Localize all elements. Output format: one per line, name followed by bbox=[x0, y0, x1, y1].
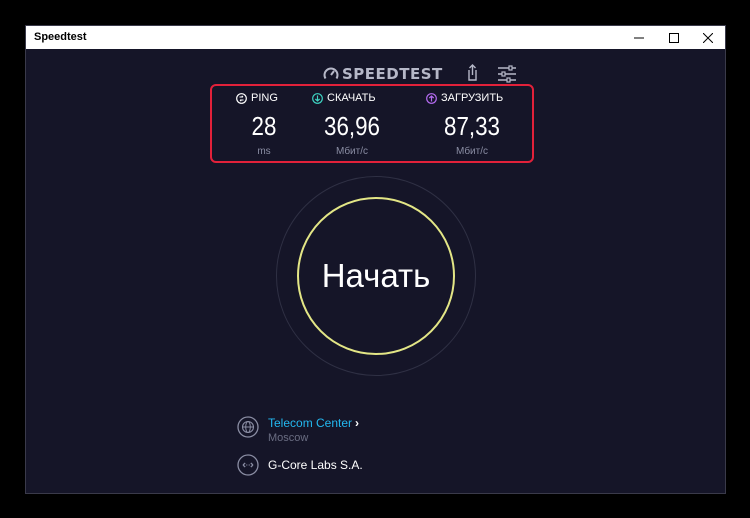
ping-label-row: PING bbox=[236, 92, 278, 104]
download-unit: Мбит/с bbox=[335, 146, 368, 157]
isp-info: G-Core Labs S.A. bbox=[237, 454, 363, 476]
upload-metric: ЗАГРУЗИТЬ 87,33 Мбит/с bbox=[426, 86, 518, 161]
speedometer-icon bbox=[323, 67, 339, 80]
upload-unit: Мбит/с bbox=[455, 146, 488, 157]
share-button[interactable] bbox=[463, 64, 481, 82]
speedtest-logo: SPEEDTEST bbox=[323, 64, 443, 84]
minimize-icon bbox=[634, 37, 644, 38]
start-test-button[interactable]: Начать bbox=[297, 197, 455, 355]
close-button[interactable] bbox=[691, 26, 725, 49]
share-icon bbox=[468, 64, 477, 81]
window-title: Speedtest bbox=[34, 31, 87, 43]
chevron-right-icon: › bbox=[355, 416, 360, 430]
settings-button[interactable] bbox=[497, 65, 517, 83]
server-name: Telecom Center bbox=[268, 416, 353, 430]
server-name-link[interactable]: Telecom Center › bbox=[268, 416, 359, 430]
globe-icon bbox=[237, 416, 259, 438]
download-value: 36,96 bbox=[324, 111, 380, 141]
maximize-button[interactable] bbox=[657, 26, 691, 49]
settings-sliders-icon bbox=[498, 65, 516, 83]
upload-label: ЗАГРУЗИТЬ bbox=[441, 92, 504, 104]
download-label-row: СКАЧАТЬ bbox=[312, 92, 376, 104]
server-selector[interactable]: Telecom Center › Moscow bbox=[237, 416, 359, 444]
maximize-icon bbox=[669, 32, 679, 43]
network-icon bbox=[237, 454, 259, 476]
start-test-label: Начать bbox=[321, 257, 431, 294]
title-bar: Speedtest bbox=[26, 26, 725, 49]
results-panel: PING 28 ms СКАЧАТЬ 36,96 Мбит/с ЗАГРУЗИТ… bbox=[210, 84, 534, 163]
minimize-button[interactable] bbox=[622, 26, 656, 49]
download-metric: СКАЧАТЬ 36,96 Мбит/с bbox=[312, 86, 392, 161]
ping-value: 28 bbox=[251, 111, 277, 141]
ping-icon bbox=[236, 92, 247, 104]
ping-metric: PING 28 ms bbox=[236, 86, 292, 161]
close-icon bbox=[703, 32, 713, 43]
upload-arrow-icon bbox=[426, 92, 437, 104]
download-label: СКАЧАТЬ bbox=[327, 92, 376, 104]
server-location: Moscow bbox=[268, 432, 309, 444]
download-arrow-icon bbox=[312, 92, 323, 104]
upload-label-row: ЗАГРУЗИТЬ bbox=[426, 92, 503, 104]
ping-unit: ms bbox=[257, 146, 271, 157]
app-window: Speedtest SPEEDTEST PING 28 ms СКАЧАТЬ 3… bbox=[25, 25, 726, 494]
isp-name: G-Core Labs S.A. bbox=[268, 458, 363, 472]
brand-name: SPEEDTEST bbox=[342, 65, 443, 83]
upload-value: 87,33 bbox=[444, 111, 500, 141]
ping-label: PING bbox=[251, 92, 278, 104]
